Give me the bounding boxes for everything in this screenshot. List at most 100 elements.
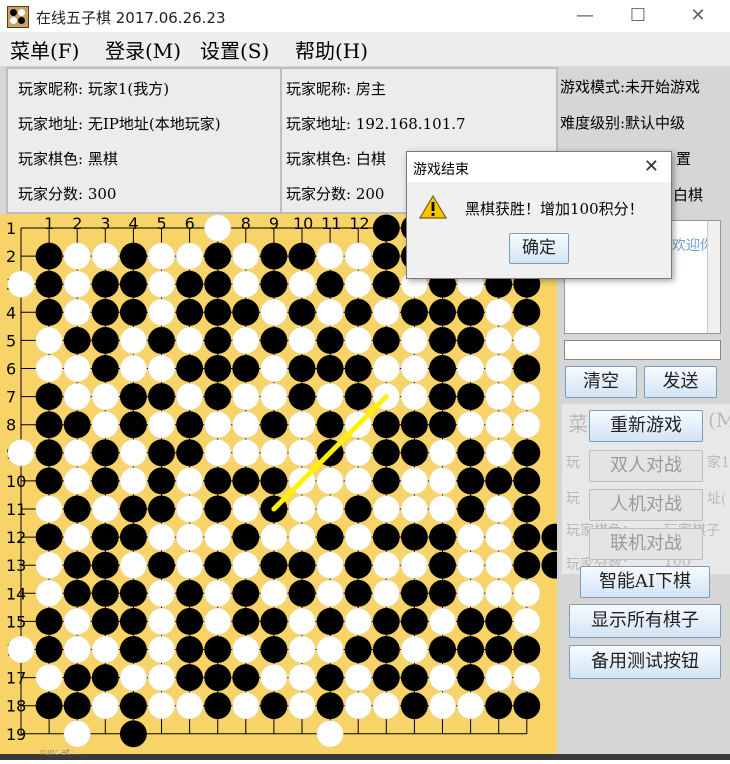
self-score: 玩家分数: 300 <box>18 185 117 203</box>
white-stone <box>260 523 288 551</box>
menu-settings[interactable]: 设置(S) <box>200 35 269 64</box>
white-stone <box>400 467 428 495</box>
black-stone <box>260 551 288 579</box>
black-stone <box>429 355 456 382</box>
white-stone <box>176 551 204 579</box>
col-label: 12 <box>349 214 369 233</box>
menu-help[interactable]: 帮助(H) <box>295 35 368 64</box>
white-stone <box>316 242 344 270</box>
black-stone <box>372 270 400 298</box>
black-stone <box>513 298 541 326</box>
white-stone <box>148 242 175 270</box>
black-stone <box>541 523 569 551</box>
black-stone <box>372 636 400 663</box>
black-stone <box>119 495 147 523</box>
white-stone <box>372 692 400 720</box>
white-stone <box>260 664 288 692</box>
black-stone <box>513 523 541 551</box>
black-stone <box>400 439 428 467</box>
send-button[interactable]: 发送 <box>644 366 717 398</box>
menu-login[interactable]: 登录(M) <box>105 35 181 64</box>
chat-input[interactable] <box>564 340 721 360</box>
white-stone <box>7 270 35 298</box>
chat-scrollbar[interactable] <box>707 221 720 333</box>
black-stone <box>119 270 147 298</box>
white-stone <box>148 636 175 663</box>
console-text: run: at ... <box>40 748 82 758</box>
clear-button[interactable]: 清空 <box>565 366 637 398</box>
white-stone <box>316 720 344 748</box>
white-stone <box>288 607 316 635</box>
black-stone <box>372 664 400 692</box>
dialog-ok-button[interactable]: 确定 <box>509 233 569 264</box>
white-stone <box>63 636 91 663</box>
black-stone <box>148 439 175 467</box>
white-stone <box>344 607 372 635</box>
pve-button[interactable]: 人机对战 <box>589 489 703 521</box>
black-stone <box>457 636 485 663</box>
black-stone <box>176 664 204 692</box>
close-icon[interactable]: ✕ <box>686 4 710 28</box>
restart-button[interactable]: 重新游戏 <box>589 410 703 442</box>
col-label: 2 <box>72 214 82 233</box>
white-stone <box>316 495 344 523</box>
black-stone <box>91 270 119 298</box>
pvp-button[interactable]: 双人对战 <box>589 450 703 482</box>
white-stone <box>148 355 175 382</box>
black-stone <box>35 607 63 635</box>
ai-move-button[interactable]: 智能AI下棋 <box>580 566 710 598</box>
dialog-title: 游戏结束 <box>413 162 469 178</box>
black-stone <box>316 607 344 635</box>
white-stone <box>35 664 63 692</box>
white-stone <box>232 692 260 720</box>
black-stone <box>176 270 204 298</box>
black-stone <box>485 467 513 495</box>
row-label: 12 <box>6 528 26 547</box>
white-stone <box>260 383 288 411</box>
show-all-button[interactable]: 显示所有棋子 <box>569 604 721 638</box>
white-stone <box>260 439 288 467</box>
black-stone <box>35 523 63 551</box>
gomoku-board[interactable]: 1234567891011121314151617181912345678910… <box>0 214 569 760</box>
minimize-icon[interactable]: — <box>573 4 597 28</box>
black-stone <box>91 355 119 382</box>
white-stone <box>316 467 344 495</box>
white-stone <box>457 355 485 382</box>
white-stone <box>35 579 63 607</box>
black-stone <box>457 664 485 692</box>
black-stone <box>204 326 232 354</box>
row-label: 5 <box>6 331 16 350</box>
white-stone <box>91 692 119 720</box>
white-stone <box>176 467 204 495</box>
black-stone <box>91 439 119 467</box>
black-stone <box>148 326 175 354</box>
white-stone <box>513 664 541 692</box>
opponent-color: 玩家棋色: 白棋 <box>286 150 386 168</box>
warning-icon <box>419 194 447 219</box>
white-stone <box>288 411 316 439</box>
dialog-close-icon[interactable]: ✕ <box>644 156 659 177</box>
black-stone <box>91 579 119 607</box>
white-stone <box>400 383 428 411</box>
white-stone <box>316 579 344 607</box>
white-stone <box>485 326 513 354</box>
gomoku-app-icon <box>7 6 29 28</box>
black-stone <box>232 607 260 635</box>
dialog-message: 黑棋获胜！增加100积分！ <box>465 200 644 218</box>
online-button[interactable]: 联机对战 <box>589 528 703 560</box>
black-stone <box>429 636 456 663</box>
white-stone <box>457 579 485 607</box>
backup-test-button[interactable]: 备用测试按钮 <box>569 645 721 679</box>
white-stone <box>457 523 485 551</box>
white-stone <box>91 383 119 411</box>
white-stone <box>513 411 541 439</box>
white-stone <box>260 298 288 326</box>
black-stone <box>232 523 260 551</box>
white-stone <box>485 579 513 607</box>
menu-file[interactable]: 菜单(F) <box>10 35 79 64</box>
black-stone <box>204 355 232 382</box>
black-stone <box>288 579 316 607</box>
white-stone <box>485 495 513 523</box>
black-stone <box>288 383 316 411</box>
maximize-icon[interactable]: ☐ <box>626 4 650 28</box>
